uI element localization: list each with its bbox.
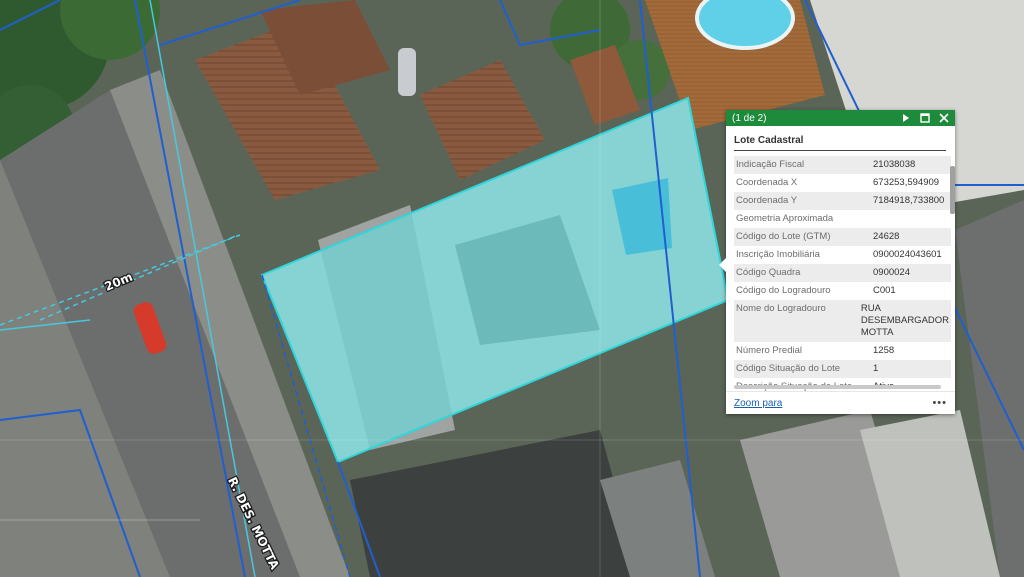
attribute-value: RUA DESEMBARGADOR MOTTA: [860, 303, 950, 338]
attribute-value: 673253,594909: [873, 177, 940, 188]
more-options-icon[interactable]: •••: [932, 397, 947, 409]
attribute-key: Código do Lote (GTM): [736, 231, 831, 242]
attribute-key: Código Situação do Lote: [736, 363, 841, 374]
attribute-key: Coordenada X: [736, 177, 798, 188]
attribute-key: Código Quadra: [736, 267, 801, 278]
zoom-to-link[interactable]: Zoom para: [734, 398, 932, 409]
attribute-key: Coordenada Y: [736, 195, 798, 206]
attribute-row: Código do Lote (GTM) 24628: [734, 228, 951, 246]
attribute-key: Inscrição Imobiliária: [736, 249, 820, 260]
attribute-value: C001: [873, 285, 896, 296]
popup-header: (1 de 2): [726, 110, 955, 126]
attribute-row: Número Predial 1258: [734, 342, 951, 360]
attribute-row: Código Situação do Lote 1: [734, 360, 951, 378]
attribute-value: [871, 210, 951, 228]
popup-footer: Zoom para •••: [726, 391, 955, 414]
attribute-row: Código do Logradouro C001: [734, 282, 951, 300]
horizontal-scrollbar[interactable]: [734, 385, 941, 389]
attribute-key: Indicação Fiscal: [736, 159, 805, 170]
attribute-value: 21038038: [873, 159, 916, 170]
attribute-row: Nome do Logradouro RUA DESEMBARGADOR MOTT…: [734, 300, 951, 342]
vertical-scrollbar[interactable]: [950, 166, 955, 214]
popup-title: Lote Cadastral: [734, 135, 946, 151]
popup-content[interactable]: Lote Cadastral Indicação Fiscal 21038038 C…: [726, 126, 955, 392]
attribute-value: 7184918,733800: [873, 195, 945, 206]
popup-pointer: [719, 258, 726, 272]
next-arrow-icon[interactable]: [899, 111, 913, 125]
attribute-key: Código do Logradouro: [736, 285, 831, 296]
feature-popup: (1 de 2) Lote Cadastral Indicação Fiscal…: [719, 110, 955, 414]
close-icon[interactable]: [937, 111, 951, 125]
maximize-icon[interactable]: [918, 111, 932, 125]
attribute-key: Número Predial: [736, 345, 802, 356]
attribute-row: Coordenada Y 7184918,733800: [734, 192, 951, 210]
attribute-key: Geometria Aproximada: [736, 213, 834, 224]
attribute-value: 24628: [873, 231, 900, 242]
attribute-row: Geometria Aproximada: [734, 210, 951, 228]
pool: [695, 0, 795, 50]
attribute-row: Coordenada X 673253,594909: [734, 174, 951, 192]
attribute-value: 0900024043601: [873, 249, 942, 260]
attribute-row: Código Quadra 0900024: [734, 264, 951, 282]
attribute-value: 1258: [873, 345, 895, 356]
attribute-value: 0900024: [873, 267, 910, 278]
attribute-value: 1: [873, 363, 879, 374]
attribute-key: Nome do Logradouro: [736, 303, 826, 314]
car-white: [398, 48, 416, 96]
attribute-row: Inscrição Imobiliária 0900024043601: [734, 246, 951, 264]
feature-counter: (1 de 2): [732, 112, 767, 124]
attribute-row: Indicação Fiscal 21038038: [734, 156, 951, 174]
attribute-table: Indicação Fiscal 21038038 Coordenada X 6732…: [734, 156, 951, 392]
